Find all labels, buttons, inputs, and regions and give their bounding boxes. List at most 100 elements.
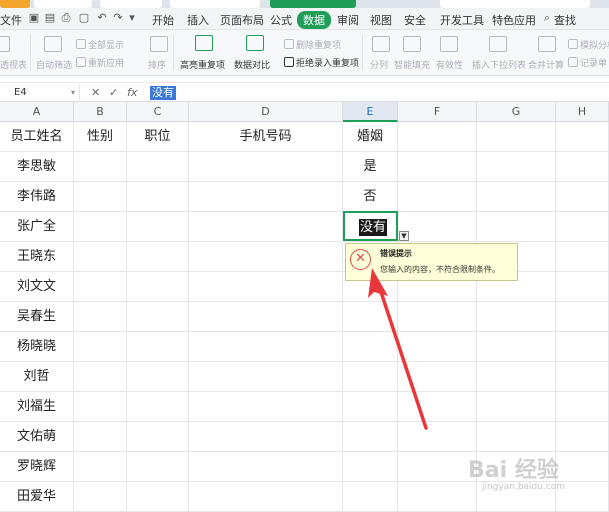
data-form-button[interactable]: 记录单 (568, 56, 607, 69)
header-cell[interactable] (556, 122, 609, 152)
tab-doc-2[interactable] (100, 0, 162, 8)
table-cell[interactable] (477, 392, 556, 422)
table-cell[interactable] (556, 242, 609, 272)
table-cell[interactable] (343, 332, 398, 362)
employee-name-cell[interactable]: 文佑萌 (0, 422, 74, 452)
employee-name-cell[interactable]: 李伟路 (0, 182, 74, 212)
employee-name-cell[interactable]: 刘福生 (0, 392, 74, 422)
menu-home[interactable]: 开始 (152, 12, 174, 28)
table-cell[interactable] (127, 422, 189, 452)
table-cell[interactable] (556, 452, 609, 482)
table-cell[interactable] (189, 302, 343, 332)
table-cell[interactable] (74, 242, 127, 272)
table-cell[interactable] (189, 482, 343, 512)
table-cell[interactable] (74, 482, 127, 512)
table-cell[interactable] (127, 152, 189, 182)
insert-dropdown-button[interactable]: 插入下拉列表 (472, 58, 526, 71)
confirm-icon[interactable]: ✓ (109, 86, 118, 99)
table-cell[interactable] (556, 332, 609, 362)
pivot-table-button[interactable]: 透视表 (0, 58, 27, 71)
table-cell[interactable] (343, 302, 398, 332)
table-cell[interactable] (127, 452, 189, 482)
table-cell[interactable]: 是 (343, 152, 398, 182)
table-cell[interactable] (556, 302, 609, 332)
table-cell[interactable] (74, 332, 127, 362)
tab-active-sheet[interactable] (270, 0, 356, 8)
table-cell[interactable] (127, 362, 189, 392)
menu-file[interactable]: 文件 (0, 12, 22, 28)
validation-button[interactable]: 有效性 (436, 58, 463, 71)
column-header-h[interactable]: H (556, 102, 609, 122)
table-cell[interactable] (127, 482, 189, 512)
table-cell[interactable] (74, 212, 127, 242)
table-cell[interactable] (556, 422, 609, 452)
employee-name-cell[interactable]: 刘文文 (0, 272, 74, 302)
data-compare-button[interactable]: 数据对比 (234, 58, 270, 71)
column-header-g[interactable]: G (477, 102, 556, 122)
employee-name-cell[interactable]: 张广全 (0, 212, 74, 242)
table-cell[interactable] (398, 152, 477, 182)
table-cell[interactable] (398, 332, 477, 362)
column-header-a[interactable]: A (0, 102, 74, 122)
table-cell[interactable] (398, 482, 477, 512)
table-cell[interactable] (74, 272, 127, 302)
table-cell[interactable] (189, 422, 343, 452)
what-if-button[interactable]: 模拟分析 (568, 38, 609, 51)
tab-orange[interactable] (0, 0, 30, 8)
undo-icon[interactable]: ↶ (96, 12, 108, 24)
header-cell[interactable]: 手机号码 (189, 122, 343, 152)
table-cell[interactable] (556, 152, 609, 182)
header-cell[interactable] (398, 122, 477, 152)
menu-data[interactable]: 数据 (297, 11, 331, 29)
header-cell[interactable]: 性别 (74, 122, 127, 152)
employee-name-cell[interactable]: 杨晓晓 (0, 332, 74, 362)
employee-name-cell[interactable]: 李思敏 (0, 152, 74, 182)
table-cell[interactable] (74, 392, 127, 422)
reject-duplicates-button[interactable]: 拒绝录入重复项 (284, 56, 359, 69)
header-cell[interactable]: 婚姻 (343, 122, 398, 152)
header-cell[interactable]: 员工姓名 (0, 122, 74, 152)
print-icon[interactable]: ⎙ (60, 12, 72, 24)
table-cell[interactable] (189, 452, 343, 482)
menu-security[interactable]: 安全 (404, 12, 426, 28)
table-cell[interactable] (398, 212, 477, 242)
tab-doc-3[interactable] (170, 0, 260, 8)
menu-review[interactable]: 审阅 (337, 12, 359, 28)
table-cell[interactable] (127, 242, 189, 272)
table-cell[interactable] (189, 362, 343, 392)
auto-filter-button[interactable]: 自动筛选 (36, 58, 72, 71)
consolidate-button[interactable]: 合并计算 (528, 58, 564, 71)
table-cell[interactable] (398, 362, 477, 392)
tab-doc-4[interactable] (440, 0, 590, 8)
save-icon[interactable]: ▣ (28, 12, 40, 24)
table-cell[interactable] (556, 392, 609, 422)
table-cell[interactable] (477, 182, 556, 212)
employee-name-cell[interactable]: 王晓东 (0, 242, 74, 272)
menu-view[interactable]: 视图 (370, 12, 392, 28)
table-cell[interactable] (343, 392, 398, 422)
table-cell[interactable] (343, 482, 398, 512)
customize-icon[interactable]: ▾ (126, 12, 138, 24)
table-cell[interactable] (74, 152, 127, 182)
table-cell[interactable] (74, 422, 127, 452)
table-cell[interactable] (398, 452, 477, 482)
table-cell[interactable] (398, 392, 477, 422)
employee-name-cell[interactable]: 刘哲 (0, 362, 74, 392)
table-cell[interactable] (398, 302, 477, 332)
employee-name-cell[interactable]: 罗晓辉 (0, 452, 74, 482)
menu-find[interactable]: 查找 (554, 12, 576, 28)
show-all-button[interactable]: 全部显示 (76, 38, 124, 51)
search-icon[interactable]: ⌕ (541, 12, 553, 24)
table-cell[interactable] (127, 272, 189, 302)
table-cell[interactable] (189, 242, 343, 272)
table-cell[interactable] (556, 362, 609, 392)
table-cell[interactable] (127, 302, 189, 332)
table-cell[interactable] (343, 362, 398, 392)
function-icon[interactable]: fx (127, 86, 137, 99)
header-cell[interactable] (477, 122, 556, 152)
table-cell[interactable] (556, 272, 609, 302)
cancel-icon[interactable]: ✕ (91, 86, 100, 99)
table-cell[interactable] (477, 212, 556, 242)
menu-insert[interactable]: 插入 (187, 12, 209, 28)
employee-name-cell[interactable]: 田爱华 (0, 482, 74, 512)
